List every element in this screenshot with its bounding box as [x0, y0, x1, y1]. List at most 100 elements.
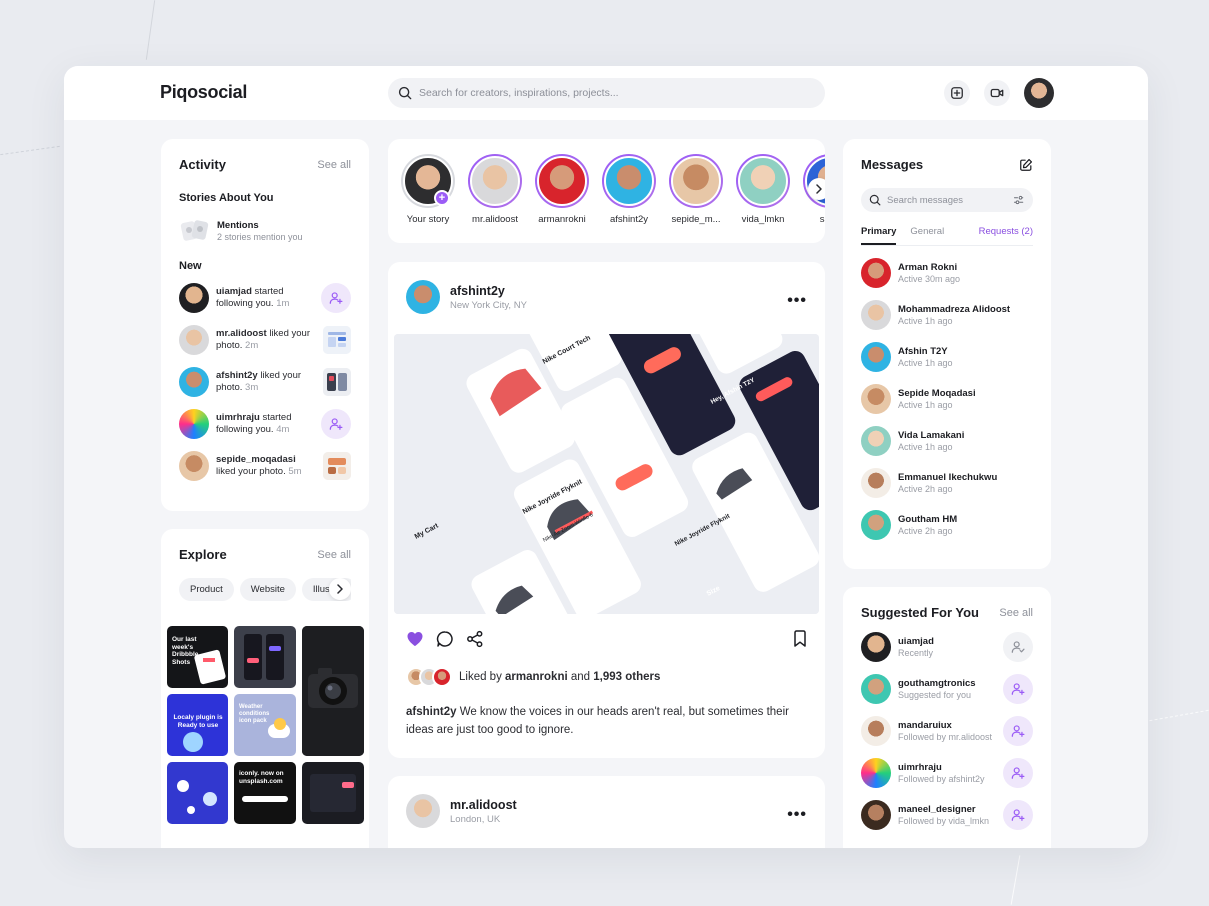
activity-user[interactable]: sepide_moqadasi: [216, 454, 296, 465]
activity-user[interactable]: mr.alidoost: [216, 328, 267, 339]
activity-see-all-link[interactable]: See all: [317, 159, 351, 171]
message-thread[interactable]: Afshin T2Y Active 1h ago: [861, 342, 1033, 372]
post-author-avatar[interactable]: [406, 794, 440, 828]
activity-item[interactable]: sepide_moqadasi liked your photo. 5m: [179, 450, 351, 482]
search-input[interactable]: [419, 87, 799, 99]
story-item[interactable]: mr.alidoost: [463, 154, 527, 225]
suggested-status: Suggested for you: [898, 690, 972, 700]
message-thread[interactable]: Vida Lamakani Active 1h ago: [861, 426, 1033, 456]
heart-filled-icon[interactable]: [406, 631, 424, 647]
filter-icon[interactable]: [1013, 194, 1025, 206]
story-item[interactable]: sepide_m...: [664, 154, 728, 225]
story-item[interactable]: armanrokni: [530, 154, 594, 225]
messages-title: Messages: [861, 157, 924, 172]
tab-general[interactable]: General: [910, 226, 944, 245]
follow-button[interactable]: [1003, 674, 1033, 704]
follow-back-button[interactable]: [321, 409, 351, 439]
suggested-user[interactable]: mandaruiux Followed by mr.alidoost: [861, 716, 1033, 746]
likes-user[interactable]: armanrokni: [505, 671, 568, 683]
caption-user[interactable]: afshint2y: [406, 706, 457, 718]
explore-see-all-link[interactable]: See all: [317, 549, 351, 561]
brand-logo[interactable]: Piqosocial: [160, 82, 247, 103]
explore-tile[interactable]: [302, 762, 364, 824]
post-location: London, UK: [450, 813, 501, 825]
chips-next-button[interactable]: [329, 578, 351, 600]
suggested-user[interactable]: uimrhraju Followed by afshint2y: [861, 758, 1033, 788]
likes-count[interactable]: 1,993 others: [593, 671, 660, 683]
chip-website[interactable]: Website: [239, 578, 296, 601]
explore-tile[interactable]: iconly. now on unsplash.com: [234, 762, 296, 824]
liked-photo-thumbnail[interactable]: [323, 452, 351, 480]
video-call-button[interactable]: [984, 80, 1010, 106]
message-thread[interactable]: Arman Rokni Active 30m ago: [861, 258, 1033, 288]
compose-icon[interactable]: [1019, 158, 1033, 172]
messages-search[interactable]: [861, 188, 1033, 212]
message-thread[interactable]: Mohammadreza Alidoost Active 1h ago: [861, 300, 1033, 330]
post-author-name[interactable]: afshint2y: [450, 284, 527, 298]
story-item[interactable]: afshint2y: [597, 154, 661, 225]
suggested-user[interactable]: uiamjad Recently: [861, 632, 1033, 662]
create-post-button[interactable]: [944, 80, 970, 106]
search-bar[interactable]: [388, 78, 825, 108]
post-more-options-button[interactable]: •••: [787, 292, 807, 310]
activity-user[interactable]: afshint2y: [216, 370, 258, 381]
activity-item[interactable]: uimrhraju started following you. 4m: [179, 408, 351, 440]
explore-category-chips: Product Website Illustrati: [179, 578, 351, 601]
message-thread[interactable]: Sepide Moqadasi Active 1h ago: [861, 384, 1033, 414]
follow-button[interactable]: [1003, 758, 1033, 788]
avatar: [179, 367, 209, 397]
story-your-story[interactable]: + Your story: [396, 154, 460, 225]
activity-user[interactable]: uiamjad: [216, 286, 252, 297]
post-image[interactable]: Nike Court Tech My Cart Nike Joyride Fly…: [394, 334, 819, 614]
contact-name: Emmanuel Ikechukwu: [898, 472, 998, 483]
message-thread[interactable]: Emmanuel Ikechukwu Active 2h ago: [861, 468, 1033, 498]
follow-button[interactable]: [1003, 716, 1033, 746]
contact-status: Active 1h ago: [898, 442, 953, 452]
explore-tile[interactable]: [167, 762, 228, 824]
activity-item[interactable]: mr.alidoost liked your photo. 2m: [179, 324, 351, 356]
comment-icon[interactable]: [436, 630, 454, 648]
suggested-user[interactable]: maneel_designer Followed by vida_lmkn: [861, 800, 1033, 830]
explore-tile[interactable]: Localy plugin is Ready to use: [167, 694, 228, 756]
message-thread[interactable]: Goutham HM Active 2h ago: [861, 510, 1033, 540]
tab-primary[interactable]: Primary: [861, 226, 897, 245]
avatar: [861, 716, 891, 746]
post-more-options-button[interactable]: •••: [787, 806, 807, 824]
post-author-name[interactable]: mr.alidoost: [450, 798, 517, 812]
liked-photo-thumbnail[interactable]: [323, 326, 351, 354]
bookmark-icon: [794, 630, 806, 647]
user-avatar[interactable]: [1024, 78, 1054, 108]
explore-title: Explore: [179, 547, 227, 562]
suggested-see-all-link[interactable]: See all: [999, 607, 1033, 619]
suggested-status: Followed by vida_lmkn: [898, 816, 990, 826]
explore-tile-camera[interactable]: [302, 626, 364, 756]
follow-button[interactable]: [1003, 800, 1033, 830]
follow-back-button[interactable]: [321, 283, 351, 313]
following-button[interactable]: [1003, 632, 1033, 662]
mentions-stack-icon: [180, 220, 209, 241]
explore-tile[interactable]: [234, 626, 296, 688]
explore-tile[interactable]: Weather conditions icon pack: [234, 694, 296, 756]
activity-item[interactable]: uiamjad started following you. 1m: [179, 282, 351, 314]
suggested-user[interactable]: gouthamgtronics Suggested for you: [861, 674, 1033, 704]
post-likes[interactable]: Liked by armanrokni and 1,993 others: [406, 667, 660, 687]
liked-photo-thumbnail[interactable]: [323, 368, 351, 396]
activity-user[interactable]: uimrhraju: [216, 412, 260, 423]
share-icon[interactable]: [466, 630, 484, 648]
stories-next-button[interactable]: [808, 178, 825, 200]
avatar: [861, 426, 891, 456]
avatar: [179, 451, 209, 481]
add-story-icon[interactable]: +: [434, 190, 450, 206]
chip-product[interactable]: Product: [179, 578, 234, 601]
mentions-item[interactable]: Mentions 2 stories mention you: [179, 218, 351, 244]
suggested-title: Suggested For You: [861, 605, 979, 620]
user-plus-icon: [1011, 683, 1025, 695]
story-item[interactable]: vida_lmkn: [731, 154, 795, 225]
activity-item[interactable]: afshint2y liked your photo. 3m: [179, 366, 351, 398]
messages-search-input[interactable]: [887, 194, 1007, 206]
tab-requests[interactable]: Requests (2): [979, 226, 1033, 245]
avatar: [861, 342, 891, 372]
post-author-avatar[interactable]: [406, 280, 440, 314]
bookmark-button[interactable]: [793, 630, 807, 652]
explore-tile[interactable]: Our last week's Dribbble Shots: [167, 626, 228, 688]
